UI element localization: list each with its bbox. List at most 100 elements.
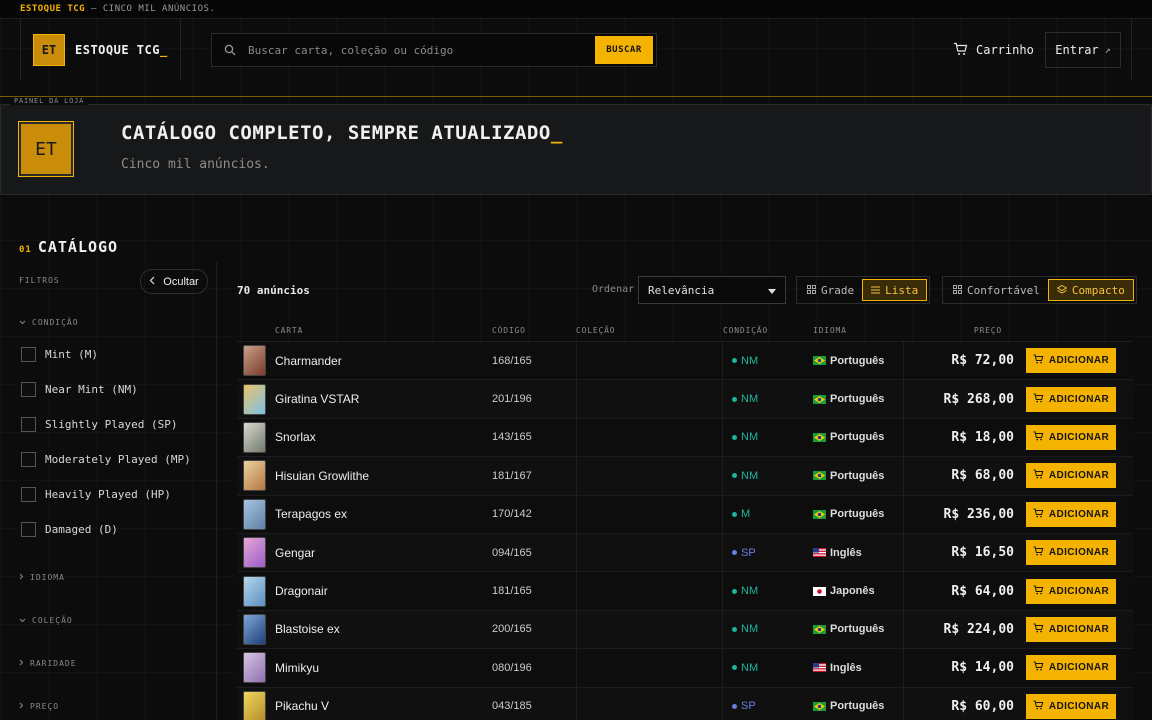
filter-condition-mint[interactable]: Mint (M) [21, 347, 98, 362]
panel-tag: PAINEL DA LOJA [10, 97, 89, 105]
checkbox[interactable] [21, 522, 36, 537]
card-thumb-cell [237, 613, 275, 645]
table-row[interactable]: Hisuian Growlithe 181/167 NM Português R$ 68… [237, 457, 1133, 496]
add-to-cart-button[interactable]: ADICIONAR [1026, 693, 1116, 719]
card-name[interactable]: Giratina VSTAR [275, 392, 492, 406]
card-name[interactable]: Gengar [275, 546, 492, 560]
filter-condition-heavily-played[interactable]: Heavily Played (HP) [21, 487, 171, 502]
card-thumbnail[interactable] [243, 613, 266, 645]
filter-group-rarity[interactable]: RARIDADE [19, 659, 77, 668]
login-button[interactable]: Entrar ↗ [1045, 32, 1121, 68]
condition-label: NM [741, 431, 759, 444]
card-thumbnail[interactable] [243, 652, 266, 684]
cart-icon [1033, 393, 1044, 406]
search-input[interactable] [248, 43, 595, 57]
logo-link[interactable]: ET ESTOQUE TCG_ [21, 19, 181, 81]
filter-group-language[interactable]: IDIOMA [19, 573, 65, 582]
catalog-heading: 01 CATÁLOGO [19, 238, 118, 256]
card-name[interactable]: Hisuian Growlithe [275, 469, 492, 483]
chevron-right-icon [19, 659, 24, 668]
card-thumbnail[interactable] [243, 345, 266, 377]
card-thumbnail[interactable] [243, 575, 266, 607]
table-row[interactable]: Charmander 168/165 NM Português R$ 72,00 ADIC… [237, 342, 1133, 381]
card-name[interactable]: Dragonair [275, 584, 492, 598]
card-name[interactable]: Charmander [275, 354, 492, 368]
add-to-cart-button[interactable]: ADICIONAR [1026, 616, 1116, 642]
filter-condition-slightly-played[interactable]: Slightly Played (SP) [21, 417, 177, 432]
add-to-cart-button[interactable]: ADICIONAR [1026, 424, 1116, 450]
sidebar-divider [216, 262, 217, 720]
add-to-cart-button[interactable]: ADICIONAR [1026, 540, 1116, 566]
add-cell: ADICIONAR [1026, 578, 1123, 604]
table-row[interactable]: Blastoise ex 200/165 NM Português R$ 224,00 A… [237, 610, 1133, 650]
checkbox[interactable] [21, 417, 36, 432]
card-thumbnail[interactable] [243, 537, 266, 569]
card-name[interactable]: Terapagos ex [275, 507, 492, 521]
price: R$ 224,00 [943, 621, 1014, 637]
add-to-cart-button[interactable]: ADICIONAR [1026, 655, 1116, 681]
card-code: 201/196 [492, 393, 532, 406]
view-grid-button[interactable]: Grade [799, 279, 862, 301]
add-label: ADICIONAR [1048, 547, 1110, 559]
card-thumb-cell [237, 421, 275, 453]
filter-group-price[interactable]: PREÇO [19, 702, 59, 711]
card-name[interactable]: Blastoise ex [275, 622, 492, 636]
card-thumbnail[interactable] [243, 498, 266, 530]
card-thumb-cell [237, 537, 275, 569]
cart-button[interactable]: Carrinho [953, 19, 1034, 81]
hide-filters-button[interactable]: Ocultar [140, 269, 208, 294]
add-to-cart-button[interactable]: ADICIONAR [1026, 463, 1116, 489]
density-compact-button[interactable]: Compacto [1047, 279, 1134, 301]
table-row[interactable]: Giratina VSTAR 201/196 NM Português R$ 268,0… [237, 380, 1133, 419]
checkbox-label: Moderately Played (MP) [45, 453, 191, 466]
density-comfortable-button[interactable]: Confortável [945, 279, 1048, 301]
card-name[interactable]: Pikachu V [275, 699, 492, 713]
condition-dot [732, 588, 737, 594]
us-flag-icon [813, 548, 826, 558]
cart-icon [1033, 661, 1044, 674]
filter-condition-near-mint[interactable]: Near Mint (NM) [21, 382, 138, 397]
checkbox[interactable] [21, 487, 36, 502]
add-to-cart-button[interactable]: ADICIONAR [1026, 578, 1116, 604]
card-thumbnail[interactable] [243, 690, 266, 720]
card-thumbnail[interactable] [243, 460, 266, 492]
filter-group-condition[interactable]: CONDIÇÃO [19, 318, 79, 327]
filter-condition-damaged[interactable]: Damaged (D) [21, 522, 118, 537]
page-title: CATÁLOGO COMPLETO, SEMPRE ATUALIZADO_ [121, 122, 563, 144]
sort-select[interactable]: Relevância [638, 276, 786, 304]
add-label: ADICIONAR [1048, 470, 1110, 482]
filter-group-label: COLEÇÃO [32, 616, 73, 625]
table-row[interactable]: Dragonair 181/165 NM Japonês R$ 64,00 ADICION… [237, 572, 1133, 611]
table-row[interactable]: Terapagos ex 170/142 M Português R$ 236,00 AD… [237, 495, 1133, 534]
checkbox[interactable] [21, 382, 36, 397]
checkbox[interactable] [21, 452, 36, 467]
card-thumbnail[interactable] [243, 421, 266, 453]
add-label: ADICIONAR [1048, 431, 1110, 443]
add-to-cart-button[interactable]: ADICIONAR [1026, 386, 1116, 412]
card-collection [576, 495, 723, 533]
filter-group-collection[interactable]: COLEÇÃO [19, 616, 73, 625]
br-flag-icon [813, 356, 826, 366]
search-button[interactable]: BUSCAR [595, 36, 653, 64]
table-row[interactable]: Gengar 094/165 SP Inglês R$ 16,50 ADICIONAR [237, 533, 1133, 573]
section-title: CATÁLOGO [37, 238, 119, 256]
add-to-cart-button[interactable]: ADICIONAR [1026, 348, 1116, 374]
condition-badge: SP [723, 547, 813, 559]
table-row[interactable]: Mimikyu 080/196 NM Inglês R$ 14,00 ADICIONAR [237, 649, 1133, 688]
col-language: IDIOMA [813, 326, 847, 335]
col-code: CÓDIGO [492, 326, 526, 335]
card-thumbnail[interactable] [243, 383, 266, 415]
checkbox[interactable] [21, 347, 36, 362]
us-flag-icon [813, 663, 826, 673]
table-row[interactable]: Snorlax 143/165 NM Português R$ 18,00 ADICION… [237, 418, 1133, 458]
br-flag-icon [813, 509, 826, 519]
header-divider [0, 96, 1152, 97]
table-row[interactable]: Pikachu V 043/185 SP Português R$ 60,00 ADICI… [237, 687, 1133, 720]
checkbox-label: Damaged (D) [45, 523, 118, 536]
filter-condition-moderately-played[interactable]: Moderately Played (MP) [21, 452, 191, 467]
card-name[interactable]: Snorlax [275, 430, 492, 444]
card-name[interactable]: Mimikyu [275, 661, 492, 675]
add-to-cart-button[interactable]: ADICIONAR [1026, 501, 1116, 527]
filter-group-label: CONDIÇÃO [32, 318, 79, 327]
view-list-button[interactable]: Lista [862, 279, 928, 301]
